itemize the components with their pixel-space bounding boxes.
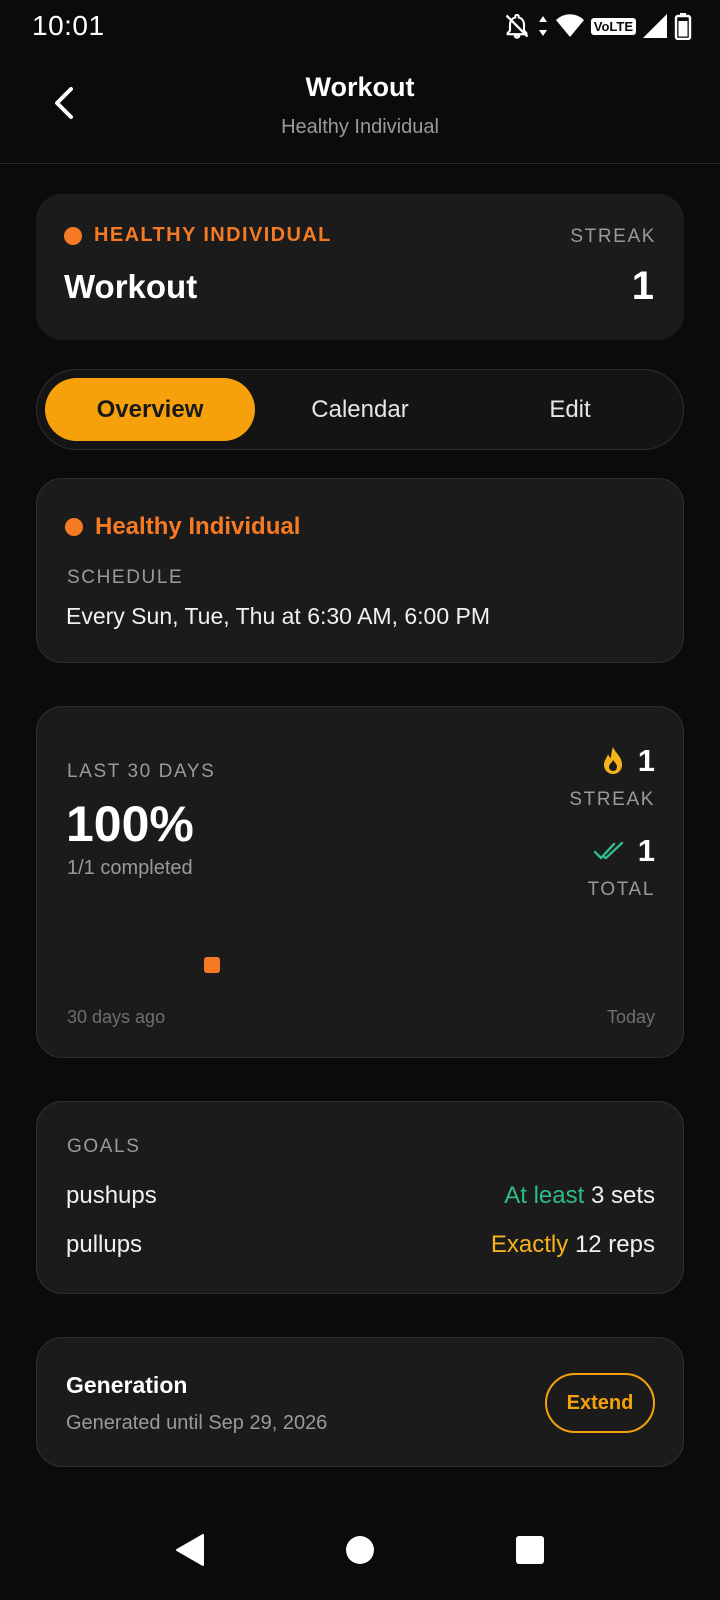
- double-check-icon: [593, 841, 623, 860]
- triangle-back-icon: [176, 1534, 204, 1566]
- wifi-icon: [555, 13, 585, 39]
- schedule-text: Every Sun, Tue, Thu at 6:30 AM, 6:00 PM: [66, 603, 491, 629]
- schedule-card: Healthy Individual SCHEDULE Every Sun, T…: [36, 478, 684, 663]
- nav-home-button[interactable]: [330, 1520, 390, 1580]
- tab-edit[interactable]: Edit: [465, 378, 675, 441]
- data-arrows-icon: [537, 14, 549, 38]
- goal-name: pullups: [66, 1231, 143, 1258]
- range-start-label: 30 days ago: [67, 1007, 166, 1027]
- goal-row: pushups At least 3 sets: [66, 1182, 655, 1210]
- nav-back-button[interactable]: [160, 1520, 220, 1580]
- extend-button[interactable]: Extend: [545, 1373, 655, 1433]
- page-subtitle: Healthy Individual: [281, 116, 439, 138]
- goal-name: pushups: [66, 1182, 157, 1209]
- habit-category-label: HEALTHY INDIVIDUAL: [94, 224, 332, 246]
- goals-label: GOALS: [67, 1136, 141, 1157]
- goal-row: pullups Exactly 12 reps: [66, 1231, 655, 1259]
- period-label: LAST 30 DAYS: [67, 761, 216, 782]
- notifications-off-icon: [503, 12, 531, 40]
- goal-amount: 12 reps: [574, 1231, 655, 1258]
- signal-icon: [642, 13, 668, 39]
- goal-target: At least 3 sets: [504, 1182, 655, 1210]
- goal-target: Exactly 12 reps: [491, 1231, 655, 1259]
- schedule-category-label: Healthy Individual: [95, 513, 301, 540]
- range-end-label: Today: [606, 1007, 655, 1027]
- streak-stat-label: STREAK: [569, 789, 655, 810]
- tab-overview[interactable]: Overview: [45, 378, 255, 441]
- nav-recents-button[interactable]: [500, 1520, 560, 1580]
- schedule-category: Healthy Individual: [65, 513, 300, 541]
- status-icons: VoLTE: [503, 12, 692, 40]
- completion-chart: [67, 937, 655, 997]
- system-nav-bar: [0, 1500, 720, 1600]
- total-stat-label: TOTAL: [587, 879, 655, 900]
- square-recents-icon: [516, 1536, 544, 1564]
- schedule-label: SCHEDULE: [67, 567, 184, 588]
- status-time: 10:01: [32, 10, 105, 41]
- view-tabs: Overview Calendar Edit: [36, 369, 684, 450]
- streak-stat-value: 1: [637, 743, 655, 778]
- goal-comparator: Exactly: [490, 1231, 569, 1258]
- habit-name: Workout: [64, 268, 198, 305]
- goal-amount: 3 sets: [590, 1182, 655, 1209]
- streak-value: 1: [631, 264, 654, 308]
- generation-card: Generation Generated until Sep 29, 2026 …: [36, 1337, 684, 1467]
- habit-summary-card: HEALTHY INDIVIDUAL Workout STREAK 1: [36, 194, 684, 340]
- volte-badge: VoLTE: [590, 17, 636, 35]
- completed-count: 1/1 completed: [67, 857, 193, 879]
- completion-percent: 100%: [66, 796, 194, 852]
- flame-icon: [603, 747, 622, 774]
- total-stat: 1 TOTAL: [588, 833, 655, 901]
- total-stat-value: 1: [637, 833, 655, 868]
- goals-card: GOALS pushups At least 3 sets pullups Ex…: [36, 1101, 684, 1294]
- stats-card: LAST 30 DAYS 100% 1/1 completed 1 STREAK…: [36, 706, 684, 1058]
- tab-calendar[interactable]: Calendar: [255, 378, 465, 441]
- status-bar: 10:01 VoLTE: [0, 0, 720, 52]
- app-header: Workout Healthy Individual: [0, 52, 720, 164]
- completion-mark: [204, 957, 220, 973]
- habit-category: HEALTHY INDIVIDUAL: [64, 224, 332, 247]
- streak-stat: 1 STREAK: [569, 743, 655, 811]
- circle-home-icon: [346, 1536, 374, 1564]
- battery-icon: [674, 12, 692, 40]
- page-title: Workout: [305, 72, 415, 102]
- goal-comparator: At least: [504, 1182, 585, 1209]
- streak-label: STREAK: [570, 226, 656, 247]
- generation-title: Generation: [66, 1372, 188, 1398]
- category-dot-icon: [64, 226, 82, 245]
- generation-subtitle: Generated until Sep 29, 2026: [66, 1412, 328, 1434]
- category-dot-icon: [65, 518, 83, 536]
